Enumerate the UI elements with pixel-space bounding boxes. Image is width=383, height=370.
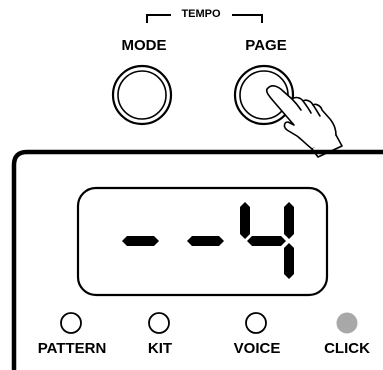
pattern-indicator-led <box>60 312 82 334</box>
click-indicator-led <box>336 312 358 334</box>
tempo-label: TEMPO <box>181 8 221 20</box>
pattern-label: PATTERN <box>37 340 107 357</box>
voice-label: VOICE <box>233 340 281 357</box>
control-panel-diagram <box>11 14 383 370</box>
kit-indicator-led <box>148 312 170 334</box>
mode-button[interactable] <box>111 64 173 126</box>
kit-label: KIT <box>147 340 173 357</box>
page-label: PAGE <box>245 37 287 54</box>
voice-indicator-led <box>245 312 267 334</box>
display-digit-1 <box>122 236 159 246</box>
mode-label: MODE <box>121 37 167 54</box>
click-label: CLICK <box>324 340 370 357</box>
display-digit-2 <box>187 236 224 246</box>
